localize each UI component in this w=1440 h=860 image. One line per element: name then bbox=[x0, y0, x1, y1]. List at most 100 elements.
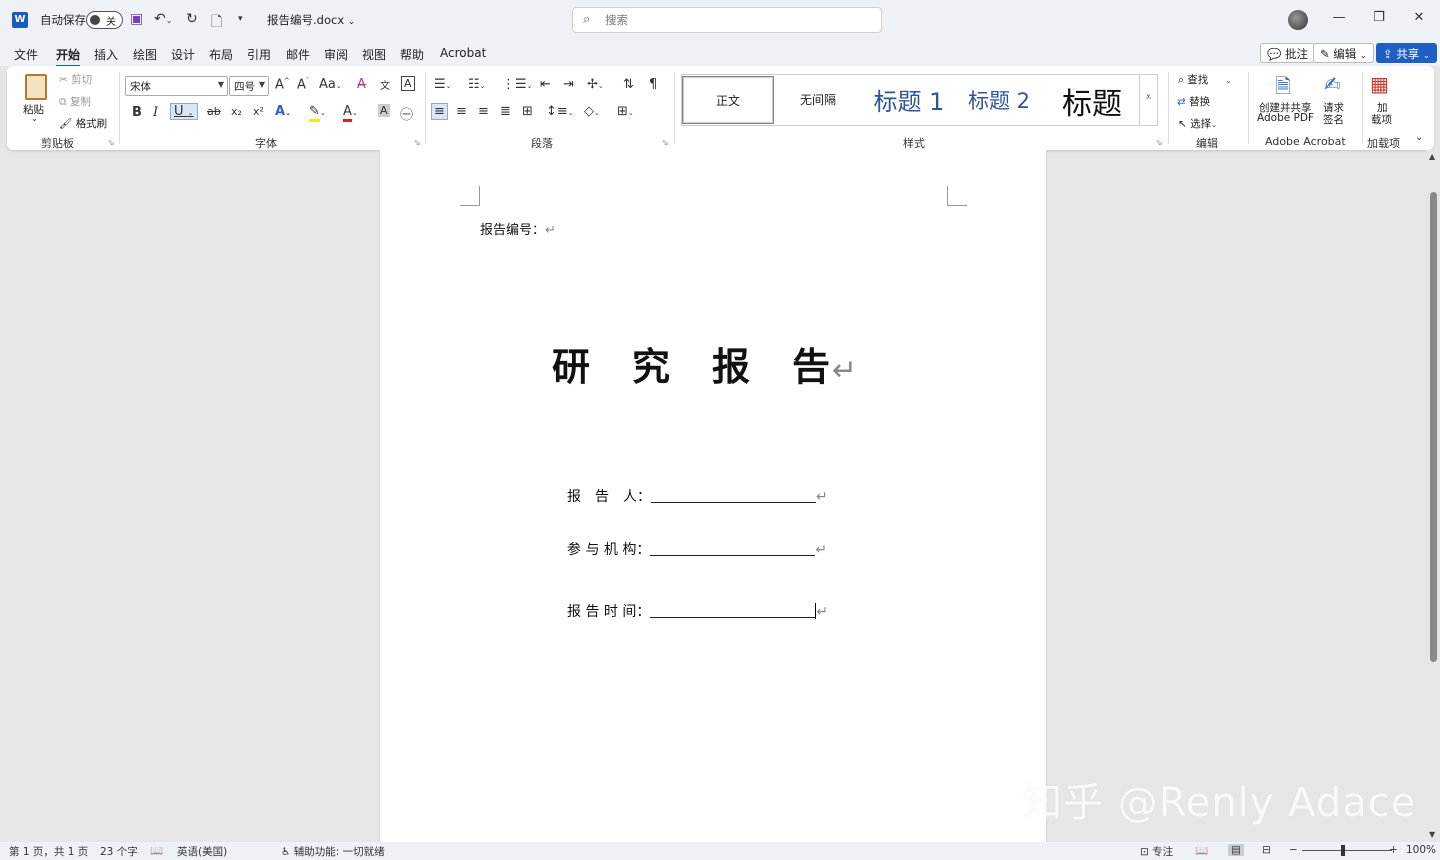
focus-mode-button[interactable]: ⊡ 专注 bbox=[1140, 844, 1173, 859]
enclose-characters-icon[interactable]: ㊀ bbox=[400, 104, 413, 123]
zoom-in-icon[interactable]: + bbox=[1389, 844, 1398, 856]
align-left-icon[interactable]: ≡ bbox=[431, 103, 448, 120]
redo-icon[interactable]: ↻ bbox=[186, 11, 198, 27]
report-title[interactable]: 研 究 报 告↵ bbox=[552, 336, 859, 391]
increase-indent-icon[interactable]: ⇥ bbox=[563, 77, 574, 92]
italic-icon[interactable]: I bbox=[153, 105, 158, 120]
style-heading-1[interactable]: 标题 1 bbox=[863, 74, 955, 124]
zoom-slider-knob[interactable] bbox=[1341, 845, 1345, 856]
minimize-icon[interactable]: — bbox=[1329, 10, 1349, 25]
customize-toolbar-icon[interactable]: ▾ bbox=[238, 14, 243, 24]
collapse-ribbon-icon[interactable]: ⌄ bbox=[1415, 132, 1423, 143]
share-button[interactable]: ⇪ 共享 ⌄ bbox=[1376, 43, 1437, 63]
character-border-icon[interactable]: A bbox=[401, 76, 415, 91]
clear-formatting-icon[interactable]: A̶ bbox=[357, 77, 366, 92]
change-case-icon[interactable]: Aa⌄ bbox=[319, 77, 342, 92]
highlight-icon[interactable]: ✎⌄ bbox=[309, 104, 326, 122]
cut-button[interactable]: ✂ 剪切 bbox=[59, 72, 92, 87]
bold-icon[interactable]: B bbox=[132, 105, 142, 120]
asian-layout-icon[interactable]: ✢⌄ bbox=[587, 77, 604, 92]
select-button[interactable]: ↖ 选择⌄ bbox=[1178, 116, 1217, 131]
field-institution[interactable]: 参 与 机 构： ↵ bbox=[567, 539, 827, 559]
tab-insert[interactable]: 插入 bbox=[94, 46, 118, 63]
numbering-icon[interactable]: ☷⌄ bbox=[468, 77, 486, 92]
dialog-launcher-icon[interactable]: ⬂ bbox=[414, 138, 421, 147]
tab-view[interactable]: 视图 bbox=[362, 46, 386, 63]
create-share-pdf-button[interactable]: 🗎 创建并共享 Adobe PDF bbox=[1255, 72, 1315, 128]
dialog-launcher-icon[interactable]: ⬂ bbox=[1156, 138, 1163, 147]
add-ins-button[interactable]: ▦ 加 载项 bbox=[1367, 72, 1397, 128]
field-reporter[interactable]: 报 告 人： ↵ bbox=[567, 486, 828, 506]
dialog-launcher-icon[interactable]: ⬂ bbox=[108, 138, 115, 147]
tab-layout[interactable]: 布局 bbox=[209, 46, 233, 63]
bullets-icon[interactable]: ☰⌄ bbox=[434, 77, 452, 92]
dialog-launcher-icon[interactable]: ⬂ bbox=[662, 138, 669, 147]
tab-home[interactable]: 开始 bbox=[56, 46, 81, 67]
replace-button[interactable]: ⇄ 替换 bbox=[1177, 94, 1210, 109]
zoom-slider[interactable] bbox=[1302, 850, 1392, 851]
superscript-icon[interactable]: x² bbox=[253, 105, 264, 118]
shrink-font-icon[interactable]: Aˇ bbox=[297, 77, 309, 92]
phonetic-guide-icon[interactable]: 文 bbox=[380, 77, 390, 92]
font-color-icon[interactable]: A⌄ bbox=[343, 104, 358, 122]
line-spacing-icon[interactable]: ↕≡⌄ bbox=[546, 104, 574, 119]
style-title[interactable]: 标题 bbox=[1043, 74, 1141, 124]
character-shading-icon[interactable]: A bbox=[378, 104, 390, 117]
tab-references[interactable]: 引用 bbox=[247, 46, 271, 63]
font-size-select[interactable]: 四号 ▼ bbox=[229, 76, 269, 96]
request-signatures-button[interactable]: ✍ 请求 签名 bbox=[1317, 72, 1353, 128]
tab-draw[interactable]: 绘图 bbox=[133, 46, 157, 63]
copy-button[interactable]: ⧉ 复制 bbox=[59, 94, 91, 109]
format-painter-button[interactable]: 🖌 格式刷 bbox=[59, 116, 107, 131]
page-count[interactable]: 第 1 页，共 1 页 bbox=[9, 844, 88, 859]
shading-icon[interactable]: ◇⌄ bbox=[584, 104, 600, 119]
save-icon[interactable]: ▣ bbox=[130, 11, 143, 27]
comments-button[interactable]: 💬 批注 bbox=[1260, 43, 1315, 63]
word-count[interactable]: 23 个字 bbox=[100, 844, 138, 859]
report-number-line[interactable]: 报告编号：↵ bbox=[480, 219, 556, 238]
tab-help[interactable]: 帮助 bbox=[400, 46, 424, 63]
sort-icon[interactable]: ⇅ bbox=[623, 77, 634, 92]
scroll-down-icon[interactable]: ▼ bbox=[1429, 830, 1435, 839]
proofing-icon[interactable]: 📖 bbox=[150, 844, 163, 857]
style-no-spacing[interactable]: 无间隔 bbox=[772, 74, 864, 124]
tab-review[interactable]: 审阅 bbox=[324, 46, 348, 63]
blank-underline[interactable] bbox=[650, 542, 816, 556]
tab-mailings[interactable]: 邮件 bbox=[286, 46, 310, 63]
distributed-icon[interactable]: ⊞ bbox=[522, 104, 533, 119]
tab-design[interactable]: 设计 bbox=[171, 46, 195, 63]
read-mode-icon[interactable]: 📖 bbox=[1195, 844, 1208, 857]
document-page[interactable]: 报告编号：↵ 研 究 报 告↵ 报 告 人： ↵ 参 与 机 构： ↵ 报 告 时 … bbox=[379, 150, 1047, 842]
undo-icon[interactable]: ↶⌄ bbox=[154, 11, 172, 27]
search-box[interactable]: ⌕ bbox=[572, 7, 882, 33]
show-marks-icon[interactable]: ¶ bbox=[649, 77, 657, 92]
style-heading-2[interactable]: 标题 2 bbox=[953, 74, 1045, 124]
blank-underline[interactable] bbox=[651, 489, 816, 503]
zoom-level[interactable]: 100% bbox=[1406, 844, 1436, 856]
find-button[interactable]: ⌕ 查找 ⌄ bbox=[1178, 72, 1231, 87]
restore-icon[interactable]: ❐ bbox=[1369, 10, 1389, 25]
blank-underline[interactable] bbox=[650, 604, 816, 618]
tab-file[interactable]: 文件 bbox=[14, 46, 38, 63]
scroll-thumb[interactable] bbox=[1430, 192, 1437, 662]
autosave-toggle[interactable]: 关 bbox=[86, 11, 123, 29]
subscript-icon[interactable]: x₂ bbox=[231, 105, 242, 118]
file-name[interactable]: 报告编号.docx ⌄ bbox=[267, 12, 355, 28]
accessibility-status[interactable]: ♿ 辅助功能: 一切就绪 bbox=[281, 844, 385, 859]
zoom-out-icon[interactable]: − bbox=[1289, 844, 1298, 856]
font-name-select[interactable]: 宋体 ▼ bbox=[125, 76, 228, 96]
justify-icon[interactable]: ≣ bbox=[500, 104, 511, 119]
align-right-icon[interactable]: ≡ bbox=[478, 104, 489, 119]
multilevel-list-icon[interactable]: ⋮☰⌄ bbox=[502, 77, 533, 92]
print-layout-icon[interactable]: ▤ bbox=[1228, 844, 1244, 856]
tab-acrobat[interactable]: Acrobat bbox=[440, 46, 486, 60]
editing-mode-button[interactable]: ✎ 编辑 ⌄ bbox=[1313, 43, 1374, 63]
avatar[interactable] bbox=[1288, 10, 1308, 30]
new-document-icon[interactable]: 🗋 bbox=[211, 11, 222, 35]
web-layout-icon[interactable]: ⊟ bbox=[1262, 844, 1271, 856]
scroll-up-icon[interactable]: ▲ bbox=[1429, 152, 1435, 161]
language[interactable]: 英语(美国) bbox=[177, 844, 227, 859]
text-effects-icon[interactable]: A⌄ bbox=[275, 104, 291, 119]
paste-button[interactable]: 粘贴 ⌄ bbox=[21, 72, 51, 124]
style-normal[interactable]: 正文 bbox=[682, 76, 774, 124]
